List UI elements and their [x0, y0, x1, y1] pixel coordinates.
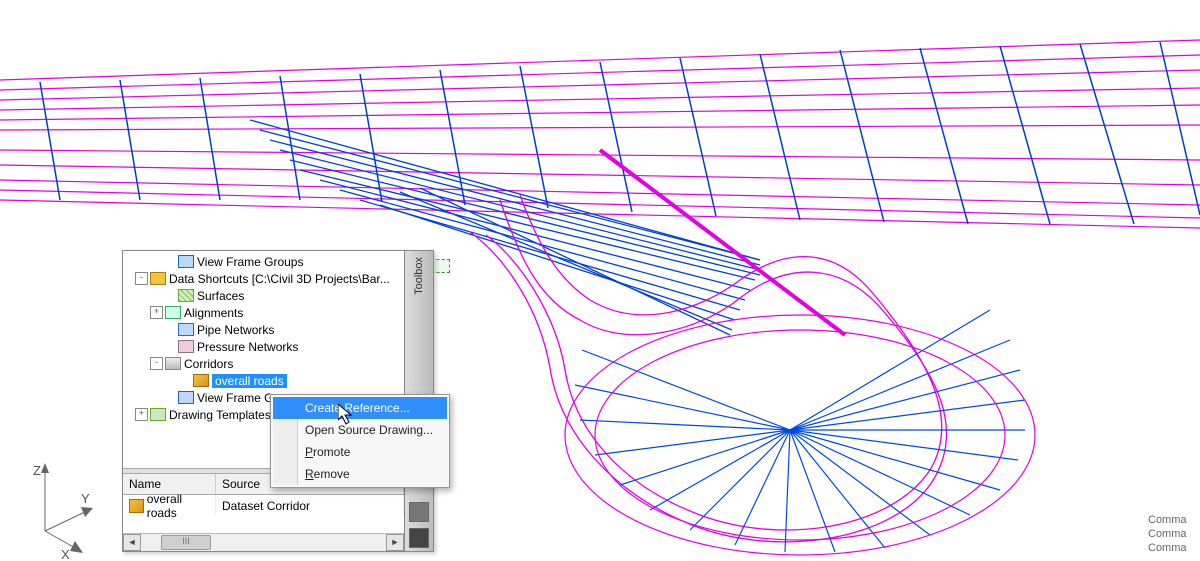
tree-label: View Frame Gr [197, 391, 277, 405]
grid-body[interactable]: overall roads Dataset Corridor [123, 495, 404, 533]
tree-label: Pressure Networks [197, 340, 298, 354]
side-button-1[interactable] [409, 502, 429, 522]
context-item[interactable]: Create Reference... [273, 397, 447, 419]
tree-label: Surfaces [197, 289, 244, 303]
tree-expander [165, 341, 176, 352]
tree-row[interactable]: Pressure Networks [125, 338, 404, 355]
side-button-wrench[interactable] [409, 528, 429, 548]
align-icon [165, 306, 181, 320]
context-item[interactable]: Remove [273, 463, 447, 485]
tree-expander[interactable]: - [135, 272, 148, 285]
toolbox-tab[interactable]: Toolbox [411, 251, 427, 301]
tree-label: Corridors [184, 357, 233, 371]
vfg-icon [178, 391, 194, 405]
tree-label: Drawing Templates [169, 408, 271, 422]
tree-expander [165, 324, 176, 335]
tree-expander[interactable]: - [150, 357, 163, 370]
tree-expander[interactable]: + [150, 306, 163, 319]
tree-label: overall roads [212, 374, 287, 388]
cursor-icon [338, 404, 358, 426]
scroll-left-arrow[interactable]: ◄ [123, 534, 141, 551]
tree-label: Data Shortcuts [C:\Civil 3D Projects\Bar… [169, 272, 390, 286]
folder-icon [150, 272, 166, 286]
axis-gizmo: Z Y X [15, 461, 95, 551]
tree-expander[interactable]: + [135, 408, 148, 421]
axis-x-label: X [61, 547, 70, 561]
axis-z-label: Z [33, 463, 41, 478]
tree-row[interactable]: Surfaces [125, 287, 404, 304]
vfg-icon [178, 255, 194, 269]
grid-cell-source: Dataset Corridor [222, 499, 310, 513]
tree-expander [165, 290, 176, 301]
tree-expander [180, 375, 191, 386]
command-echo: Comma Comma Comma [1148, 513, 1200, 555]
tree-label: View Frame Groups [197, 255, 303, 269]
context-item[interactable]: Promote [273, 441, 447, 463]
tree-row[interactable]: - Corridors [125, 355, 404, 372]
tree-row[interactable]: + Alignments [125, 304, 404, 321]
tree-row[interactable]: overall roads [125, 372, 404, 389]
roads-icon [193, 374, 209, 388]
tree-expander [165, 392, 176, 403]
grid-row[interactable]: overall roads Dataset Corridor [123, 495, 404, 516]
tree-expander [165, 256, 176, 267]
grid-cell-name: overall roads [147, 492, 209, 520]
axis-y-label: Y [81, 491, 90, 506]
corr-icon [165, 357, 181, 371]
corridor-icon [129, 499, 144, 513]
tree-label: Alignments [184, 306, 243, 320]
context-item[interactable]: Open Source Drawing... [273, 419, 447, 441]
scroll-right-arrow[interactable]: ► [386, 534, 404, 551]
tree-row[interactable]: View Frame Groups [125, 253, 404, 270]
tree-row[interactable]: Pipe Networks [125, 321, 404, 338]
context-menu: Create Reference...Open Source Drawing..… [270, 394, 450, 488]
tree-row[interactable]: - Data Shortcuts [C:\Civil 3D Projects\Ba… [125, 270, 404, 287]
tree-label: Pipe Networks [197, 323, 274, 337]
surf-icon [178, 289, 194, 303]
press-icon [178, 340, 194, 354]
pipe-icon [178, 323, 194, 337]
tmpl-icon [150, 408, 166, 422]
horizontal-scrollbar[interactable]: ◄ III ► [123, 533, 404, 551]
scroll-thumb[interactable]: III [161, 535, 211, 550]
